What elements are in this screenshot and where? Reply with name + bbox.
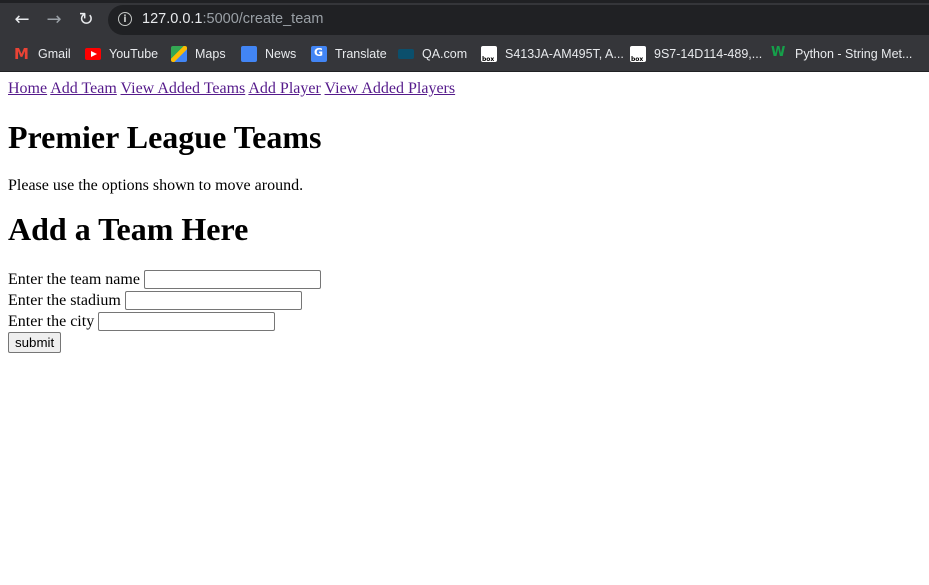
- nav-link-view-teams[interactable]: View Added Teams: [121, 80, 246, 97]
- qa-icon: [398, 49, 414, 59]
- reload-icon[interactable]: ↻: [76, 10, 96, 30]
- w3schools-icon: [771, 45, 787, 62]
- bookmark-label: S413JA-AM495T, A...: [505, 47, 624, 61]
- box-icon: [630, 46, 646, 63]
- bookmarks-bar: Gmail YouTube Maps News Translate QA.com…: [0, 38, 929, 72]
- team-name-input[interactable]: [143, 270, 321, 289]
- nav-link-view-players[interactable]: View Added Players: [325, 80, 456, 97]
- bookmark-label: Maps: [195, 47, 226, 61]
- bookmark-label: Translate: [335, 47, 387, 61]
- nav-link-add-team[interactable]: Add Team: [50, 80, 117, 97]
- submit-button[interactable]: submit: [8, 332, 62, 353]
- nav-link-home[interactable]: Home: [8, 80, 47, 97]
- bookmark-box-1[interactable]: S413JA-AM495T, A...: [481, 45, 624, 63]
- bookmark-qa[interactable]: QA.com: [398, 45, 467, 63]
- address-bar[interactable]: i 127.0.0.1:5000/create_team: [108, 5, 929, 35]
- bookmark-label: News: [265, 47, 297, 61]
- site-info-icon[interactable]: i: [118, 12, 132, 26]
- team-name-row: Enter the team name: [8, 269, 921, 290]
- url-text[interactable]: 127.0.0.1:5000/create_team: [142, 11, 323, 27]
- stadium-input[interactable]: [124, 291, 302, 310]
- team-name-label: Enter the team name: [8, 271, 140, 288]
- bookmark-translate[interactable]: Translate: [311, 45, 387, 63]
- stadium-label: Enter the stadium: [8, 292, 121, 309]
- top-nav: Home Add Team View Added Teams Add Playe…: [8, 80, 921, 98]
- city-input[interactable]: [98, 312, 276, 331]
- box-icon: [481, 46, 497, 63]
- bookmark-w3schools[interactable]: Python - String Met...: [771, 45, 912, 63]
- bookmark-news[interactable]: News: [241, 45, 296, 63]
- stadium-row: Enter the stadium: [8, 290, 921, 311]
- submit-row: submit: [8, 332, 921, 353]
- translate-icon: [311, 46, 327, 62]
- browser-toolbar: ← → ↻ i 127.0.0.1:5000/create_team: [0, 0, 929, 38]
- maps-icon: [171, 46, 187, 62]
- bookmark-label: YouTube: [109, 47, 159, 61]
- bookmark-maps[interactable]: Maps: [171, 45, 226, 63]
- city-label: Enter the city: [8, 313, 95, 330]
- window-top-border: [0, 0, 929, 3]
- bookmark-label: QA.com: [422, 47, 468, 61]
- page-title: Premier League Teams: [8, 119, 322, 155]
- forward-arrow-icon[interactable]: →: [44, 10, 64, 30]
- add-team-form: Enter the team name Enter the stadium En…: [8, 269, 921, 353]
- bookmark-box-2[interactable]: 9S7-14D114-489,...: [630, 45, 762, 63]
- nav-link-add-player[interactable]: Add Player: [248, 80, 320, 97]
- youtube-icon: [85, 48, 101, 60]
- bookmark-label: 9S7-14D114-489,...: [654, 47, 763, 61]
- bookmark-label: Gmail: [38, 47, 71, 61]
- bookmark-gmail[interactable]: Gmail: [14, 45, 71, 63]
- form-title: Add a Team Here: [8, 211, 249, 247]
- page-content: Home Add Team View Added Teams Add Playe…: [0, 72, 929, 361]
- url-path: :5000/create_team: [202, 11, 324, 27]
- intro-text: Please use the options shown to move aro…: [8, 177, 304, 194]
- city-row: Enter the city: [8, 311, 921, 332]
- news-icon: [241, 46, 257, 62]
- bookmark-label: Python - String Met...: [795, 47, 913, 61]
- gmail-icon: [14, 45, 30, 63]
- url-host: 127.0.0.1: [142, 11, 203, 27]
- bookmark-youtube[interactable]: YouTube: [85, 45, 158, 63]
- back-arrow-icon[interactable]: ←: [12, 10, 32, 30]
